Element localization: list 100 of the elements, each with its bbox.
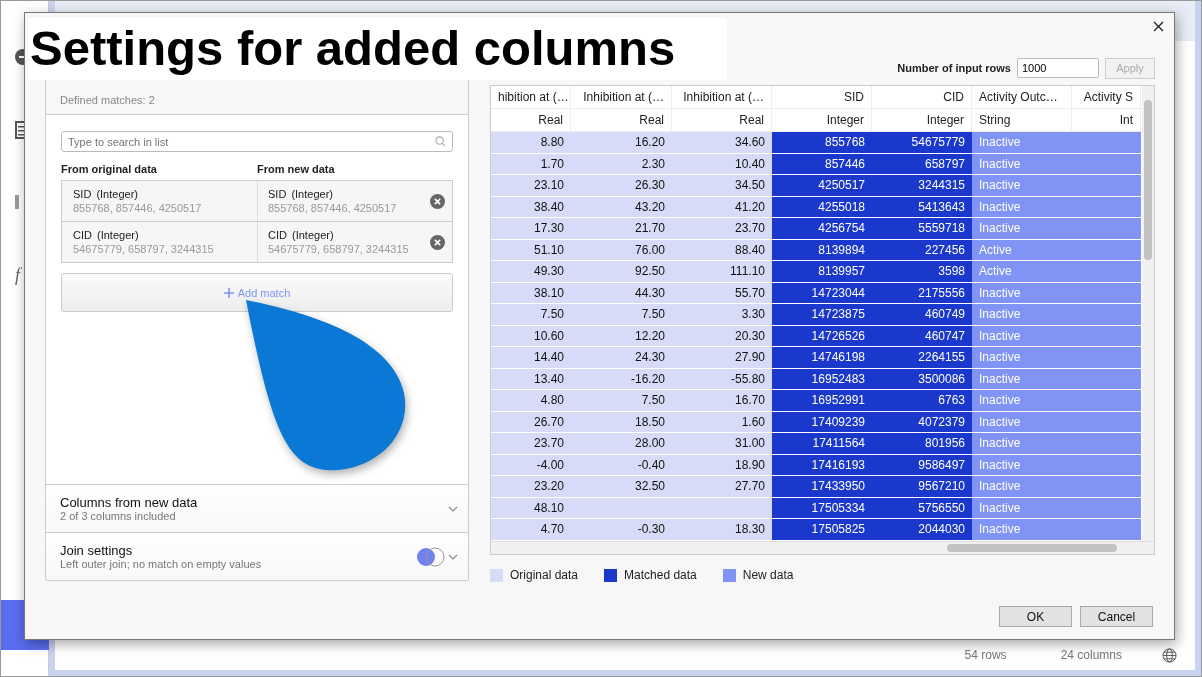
input-rows-field[interactable]: 1000 [1017, 58, 1099, 78]
column-header[interactable]: CID [872, 86, 972, 108]
vertical-scrollbar[interactable] [1142, 86, 1154, 541]
column-type: Real [571, 109, 672, 131]
column-name: SID (Integer) [268, 188, 334, 200]
table-cell: Inactive [972, 519, 1072, 541]
section-title: Join settings [60, 543, 134, 558]
table-cell: 31.00 [672, 433, 772, 455]
table-cell: 16.20 [571, 132, 672, 154]
table-cell: 16952483 [772, 368, 872, 390]
table-cell: 32.50 [571, 476, 672, 498]
function-glyph[interactable]: f [15, 265, 20, 286]
table-cell: 55.70 [672, 282, 772, 304]
table-cell: 27.70 [672, 476, 772, 498]
horizontal-scrollbar[interactable] [491, 541, 1154, 554]
settings-section[interactable]: Join settings Left outer join; no match on empty values [46, 532, 468, 580]
sample-values: 855768, 857446, 4250517 [73, 202, 203, 214]
table-cell: 17505825 [772, 519, 872, 541]
plus-icon [223, 287, 234, 298]
table-cell: 23.70 [672, 218, 772, 240]
table-cell: 17409239 [772, 411, 872, 433]
table-cell: 13.40 [491, 368, 571, 390]
table-cell: 3244315 [872, 175, 972, 197]
table-cell: Inactive [972, 347, 1072, 369]
table-cell: 23.10 [491, 175, 571, 197]
table-cell: Inactive [972, 454, 1072, 476]
table-cell: 76.00 [571, 239, 672, 261]
table-cell: 49.30 [491, 261, 571, 283]
column-header[interactable]: hibition at (… [491, 86, 571, 108]
table-cell: 8.80 [491, 132, 571, 154]
search-icon [435, 136, 446, 147]
remove-icon[interactable] [430, 193, 445, 209]
table-cell: 26.70 [491, 411, 571, 433]
table-cell: 14723044 [772, 282, 872, 304]
legend-label: Original data [510, 568, 579, 582]
table-cell: 92.50 [571, 261, 672, 283]
table-cell: 4.80 [491, 390, 571, 412]
table-cell: 23.20 [491, 476, 571, 498]
table-cell: 7.50 [491, 304, 571, 326]
table-cell: -4.00 [491, 454, 571, 476]
table-cell: 8139894 [772, 239, 872, 261]
table-cell: Inactive [972, 282, 1072, 304]
column-type: Int [1072, 109, 1141, 131]
table-cell: 23.70 [491, 433, 571, 455]
match-row[interactable]: SID (Integer) 855768, 857446, 4250517 SID (Integer) 855768, 857446, 4250517 [62, 181, 452, 221]
dialog-button[interactable]: Cancel [1080, 606, 1153, 627]
column-header[interactable]: Inhibition at (… [571, 86, 672, 108]
table-cell: 855768 [772, 132, 872, 154]
table-cell: 17411564 [772, 433, 872, 455]
match-row[interactable]: CID (Integer) 54675779, 658797, 3244315 CID (Integer) 54675779, 658797, 3244315 [62, 221, 452, 262]
column-header[interactable]: Inhibition at (… [672, 86, 772, 108]
input-rows-label: Number of input rows [897, 62, 1011, 74]
close-icon[interactable] [1153, 21, 1164, 32]
settings-section[interactable]: Columns from new data 2 of 3 columns included [46, 484, 468, 532]
table-cell: 460749 [872, 304, 972, 326]
table-cell: Inactive [972, 175, 1072, 197]
table-cell: 18.30 [672, 519, 772, 541]
dialog-button[interactable]: OK [999, 606, 1072, 627]
table-cell: 227456 [872, 239, 972, 261]
table-cell: Inactive [972, 218, 1072, 240]
table-cell: 1.60 [672, 411, 772, 433]
table-cell: 801956 [872, 433, 972, 455]
table-cell: 43.20 [571, 196, 672, 218]
sample-values: 855768, 857446, 4250517 [268, 202, 398, 214]
table-cell: 21.70 [571, 218, 672, 240]
remove-icon[interactable] [430, 234, 445, 250]
table-cell: 41.20 [672, 196, 772, 218]
column-name: CID (Integer) [73, 229, 140, 241]
table-cell: Inactive [972, 304, 1072, 326]
table-cell: Inactive [972, 390, 1072, 412]
column-type: Integer [772, 109, 872, 131]
table-cell: 38.40 [491, 196, 571, 218]
globe-icon[interactable] [1162, 647, 1177, 663]
table-cell: Active [972, 239, 1072, 261]
table-cell: 460747 [872, 325, 972, 347]
list-icon[interactable] [15, 121, 27, 139]
table-cell: Inactive [972, 411, 1072, 433]
search-field[interactable]: Type to search in list [61, 131, 453, 152]
column-header[interactable]: Activity Outc… [972, 86, 1072, 108]
table-cell: Inactive [972, 153, 1072, 175]
table-cell: 6763 [872, 390, 972, 412]
table-cell: 4255018 [772, 196, 872, 218]
table-cell: -55.80 [672, 368, 772, 390]
column-header[interactable]: Activity S [1072, 86, 1141, 108]
table-cell: 88.40 [672, 239, 772, 261]
sample-values: 54675779, 658797, 3244315 [268, 243, 410, 255]
table-cell: 34.60 [672, 132, 772, 154]
table-cell: 5413643 [872, 196, 972, 218]
table-cell: 2175556 [872, 282, 972, 304]
table-cell: 10.60 [491, 325, 571, 347]
column-name: CID (Integer) [268, 229, 335, 241]
column-header[interactable]: SID [772, 86, 872, 108]
defined-matches-text: Defined matches: 2 [60, 94, 155, 106]
table-cell: 14723875 [772, 304, 872, 326]
table-cell: 3500086 [872, 368, 972, 390]
table-cell: 18.50 [571, 411, 672, 433]
table-cell: 1.70 [491, 153, 571, 175]
table-cell: 2044030 [872, 519, 972, 541]
chevron-down-icon [448, 553, 458, 560]
table-cell: Inactive [972, 132, 1072, 154]
